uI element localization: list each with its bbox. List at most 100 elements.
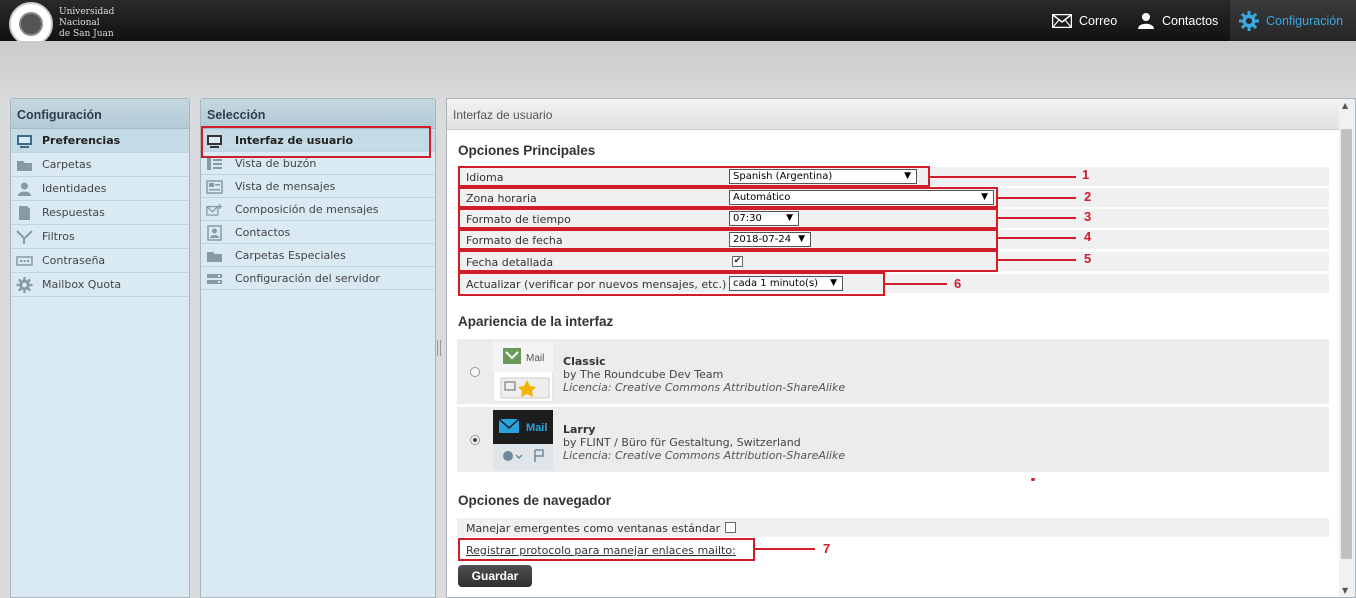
scroll-up-icon[interactable]: ▲	[1342, 101, 1348, 110]
skin-option-classic[interactable]: Mail Classic by The Roundcube Dev Team L…	[457, 339, 1329, 404]
preferences-title: Interfaz de usuario	[447, 99, 1355, 130]
popups-checkbox[interactable]	[725, 522, 736, 533]
skin-classic-thumb-text: Mail	[526, 353, 544, 364]
section-item-label: Composición de mensajes	[235, 203, 379, 216]
nav-settings[interactable]: Configuración	[1230, 0, 1356, 41]
annotation-line-5	[998, 259, 1076, 261]
annotation-box-1	[458, 166, 930, 187]
nav-settings-label: Configuración	[1266, 13, 1344, 28]
skin-classic-name: Classic	[563, 355, 606, 368]
sidebar-item-label: Preferencias	[42, 134, 121, 147]
contacts-icon	[207, 225, 222, 241]
user-icon	[1138, 12, 1154, 29]
skin-option-larry[interactable]: Mail Larry by FLINT / Büro für Gestaltun…	[457, 407, 1329, 472]
popups-label: Manejar emergentes como ventanas estánda…	[466, 522, 721, 535]
annotation-box-7	[458, 538, 755, 561]
skin-classic-author: by The Roundcube Dev Team	[563, 368, 724, 381]
annotation-number-4: 4	[1084, 229, 1092, 244]
sidebar-item-label: Filtros	[42, 230, 75, 243]
nav-contacts[interactable]: Contactos	[1137, 0, 1218, 41]
annotation-box-5	[458, 250, 998, 272]
password-icon	[16, 256, 33, 266]
annotation-line-2	[998, 197, 1076, 199]
annotation-number-6: 6	[954, 276, 962, 291]
sidebar-item-mailbox-quota[interactable]: Mailbox Quota	[11, 273, 189, 297]
person-icon	[18, 182, 31, 196]
section-item-server-settings[interactable]: Configuración del servidor	[201, 267, 435, 290]
university-logo-icon[interactable]	[9, 2, 53, 46]
section-item-label: Contactos	[235, 226, 291, 239]
skin-classic-thumbnail: Mail	[492, 341, 554, 403]
mail-icon	[1052, 13, 1072, 28]
scrollbar-thumb[interactable]	[1341, 129, 1352, 559]
sidebar-item-identities[interactable]: Identidades	[11, 177, 189, 201]
sidebar-item-label: Contraseña	[42, 254, 106, 267]
save-button[interactable]: Guardar	[458, 565, 532, 587]
scrollbar[interactable]: ▲ ▼	[1339, 99, 1355, 597]
section-item-special-folders[interactable]: Carpetas Especiales	[201, 244, 435, 267]
logo-text: Universidad Nacional de San Juan	[59, 7, 115, 39]
sidebar-item-preferences[interactable]: Preferencias	[11, 129, 189, 153]
section-item-label: Configuración del servidor	[235, 272, 380, 285]
skin-larry-thumb-text: Mail	[526, 422, 547, 434]
annotation-box-4	[458, 229, 998, 250]
annotation-number-2: 2	[1084, 189, 1092, 204]
annotation-line-7	[755, 548, 815, 550]
section-item-label: Vista de mensajes	[235, 180, 336, 193]
sidebar-item-folders[interactable]: Carpetas	[11, 153, 189, 177]
section-main-options-title: Opciones Principales	[458, 143, 596, 158]
sidebar-item-label: Respuestas	[42, 206, 105, 219]
section-list-title: Selección	[201, 99, 435, 129]
filter-icon	[16, 230, 33, 244]
section-list-panel: Selección Interfaz de usuario Vista de b…	[200, 98, 436, 598]
sidebar-item-responses[interactable]: Respuestas	[11, 201, 189, 225]
annotation-dot	[1031, 478, 1035, 481]
nav-mail-label: Correo	[1079, 13, 1118, 28]
section-item-composition[interactable]: Composición de mensajes	[201, 198, 435, 221]
annotation-line-6	[885, 283, 947, 285]
scroll-down-icon[interactable]: ▼	[1342, 586, 1348, 595]
section-item-contacts[interactable]: Contactos	[201, 221, 435, 244]
panel-splitter[interactable]	[437, 340, 441, 356]
folder-icon	[17, 161, 32, 171]
annotation-box-2	[458, 187, 998, 208]
list-icon	[207, 158, 222, 170]
section-item-message-view[interactable]: Vista de mensajes	[201, 175, 435, 198]
skin-larry-name: Larry	[563, 423, 596, 436]
nav-contacts-label: Contactos	[1162, 13, 1219, 28]
section-item-label: Vista de buzón	[235, 157, 317, 170]
annotation-box-6	[458, 272, 885, 296]
compose-icon	[206, 204, 223, 216]
server-icon	[207, 274, 222, 284]
annotation-line-3	[998, 217, 1076, 219]
nav-mail[interactable]: Correo	[1052, 0, 1117, 41]
sidebar-item-filters[interactable]: Filtros	[11, 225, 189, 249]
sidebar-item-password[interactable]: Contraseña	[11, 249, 189, 273]
document-icon	[19, 206, 30, 220]
section-item-label: Carpetas Especiales	[235, 249, 346, 262]
option-row-popups: Manejar emergentes como ventanas estánda…	[457, 518, 1329, 538]
annotation-box-3	[458, 208, 998, 229]
settings-sidebar-title: Configuración	[11, 99, 189, 129]
message-icon	[206, 180, 223, 194]
annotation-number-3: 3	[1084, 209, 1092, 224]
annotation-line-1	[930, 176, 1076, 178]
annotation-number-5: 5	[1084, 251, 1092, 266]
sidebar-item-label: Mailbox Quota	[42, 278, 122, 291]
skin-classic-radio[interactable]	[470, 367, 480, 377]
settings-sidebar: Configuración Preferencias Carpetas Iden…	[10, 98, 190, 598]
annotation-line-4	[998, 237, 1076, 239]
skin-larry-thumbnail: Mail	[493, 410, 553, 470]
annotation-box-selection	[201, 126, 431, 158]
annotation-number-1: 1	[1082, 167, 1090, 182]
gear-icon	[16, 277, 33, 293]
skin-larry-radio[interactable]	[470, 435, 480, 445]
skin-larry-license: Licencia: Creative Commons Attribution-S…	[563, 449, 846, 462]
skin-larry-author: by FLINT / Büro für Gestaltung, Switzerl…	[563, 436, 801, 449]
sidebar-item-label: Identidades	[42, 182, 107, 195]
skin-classic-license: Licencia: Creative Commons Attribution-S…	[563, 381, 846, 394]
top-bar: Universidad Nacional de San Juan Correo …	[0, 0, 1356, 46]
sidebar-item-label: Carpetas	[42, 158, 92, 171]
gear-icon	[1239, 10, 1259, 31]
section-appearance-title: Apariencia de la interfaz	[458, 314, 614, 329]
